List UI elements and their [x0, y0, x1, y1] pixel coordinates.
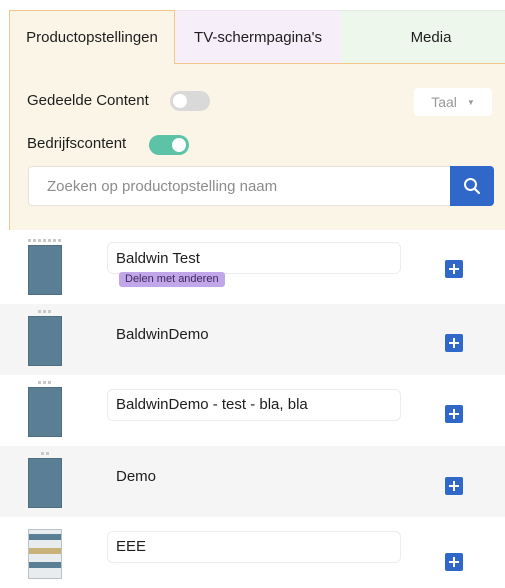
thumbnail — [28, 529, 62, 579]
tab-media[interactable]: Media — [341, 10, 505, 64]
item-name: BaldwinDemo - test - bla, bla — [116, 396, 308, 413]
name-field[interactable] — [107, 531, 401, 563]
thumbnail — [28, 245, 62, 295]
thumbnail — [28, 458, 62, 508]
add-button[interactable] — [445, 477, 463, 495]
search-input[interactable] — [29, 167, 447, 205]
item-name: Demo — [116, 468, 157, 485]
thumbnail-band — [29, 548, 61, 554]
item-name: Baldwin Test — [116, 250, 200, 267]
add-button[interactable] — [445, 260, 463, 278]
add-button[interactable] — [445, 553, 463, 571]
plus-icon — [449, 481, 459, 491]
tab-label: TV-schermpagina's — [194, 28, 322, 46]
tab-label: Media — [410, 28, 452, 46]
plus-icon — [449, 409, 459, 419]
caret-down-icon: ▼ — [466, 97, 475, 107]
thumbnail-caption — [38, 381, 52, 384]
language-select[interactable]: Taal ▼ — [414, 88, 492, 116]
tab-bar: Productopstellingen TV-schermpagina's Me… — [0, 10, 505, 64]
list-item[interactable]: EEE — [0, 517, 505, 588]
thumbnail — [28, 316, 62, 366]
thumbnail-caption — [38, 310, 52, 313]
shared-badge: Delen met anderen — [119, 272, 225, 287]
plus-icon — [449, 338, 459, 348]
shared-content-toggle[interactable] — [170, 91, 210, 111]
list-item[interactable]: BaldwinDemo — [0, 304, 505, 375]
company-content-toggle[interactable] — [149, 135, 189, 155]
search-icon — [464, 178, 481, 195]
thumbnail — [28, 387, 62, 437]
item-name: EEE — [116, 538, 147, 555]
search-bar — [28, 166, 494, 206]
add-button[interactable] — [445, 405, 463, 423]
shared-content-label: Gedeelde Content — [27, 92, 149, 109]
tab-label: Productopstellingen — [26, 29, 158, 46]
language-select-value: Taal — [431, 94, 457, 110]
toggle-knob — [172, 138, 186, 152]
toggle-knob — [173, 94, 187, 108]
thumbnail-caption — [41, 452, 49, 455]
list-item[interactable]: Demo — [0, 446, 505, 517]
plus-icon — [449, 264, 459, 274]
thumbnail-band — [29, 534, 61, 540]
list-item[interactable]: BaldwinDemo - test - bla, bla — [0, 375, 505, 446]
product-setup-list: Baldwin Test Delen met anderen BaldwinDe… — [0, 233, 505, 588]
list-item[interactable]: Baldwin Test Delen met anderen — [0, 233, 505, 304]
thumbnail-band — [29, 562, 61, 568]
tab-tv-schermpaginas[interactable]: TV-schermpagina's — [175, 10, 341, 64]
search-button[interactable] — [450, 166, 494, 206]
tab-productopstellingen[interactable]: Productopstellingen — [9, 10, 175, 64]
filter-panel: Gedeelde Content Taal ▼ Bedrijfscontent — [9, 64, 505, 230]
item-name: BaldwinDemo — [116, 326, 209, 343]
thumbnail-caption — [28, 239, 62, 242]
plus-icon — [449, 557, 459, 567]
company-content-label: Bedrijfscontent — [27, 135, 127, 152]
add-button[interactable] — [445, 334, 463, 352]
